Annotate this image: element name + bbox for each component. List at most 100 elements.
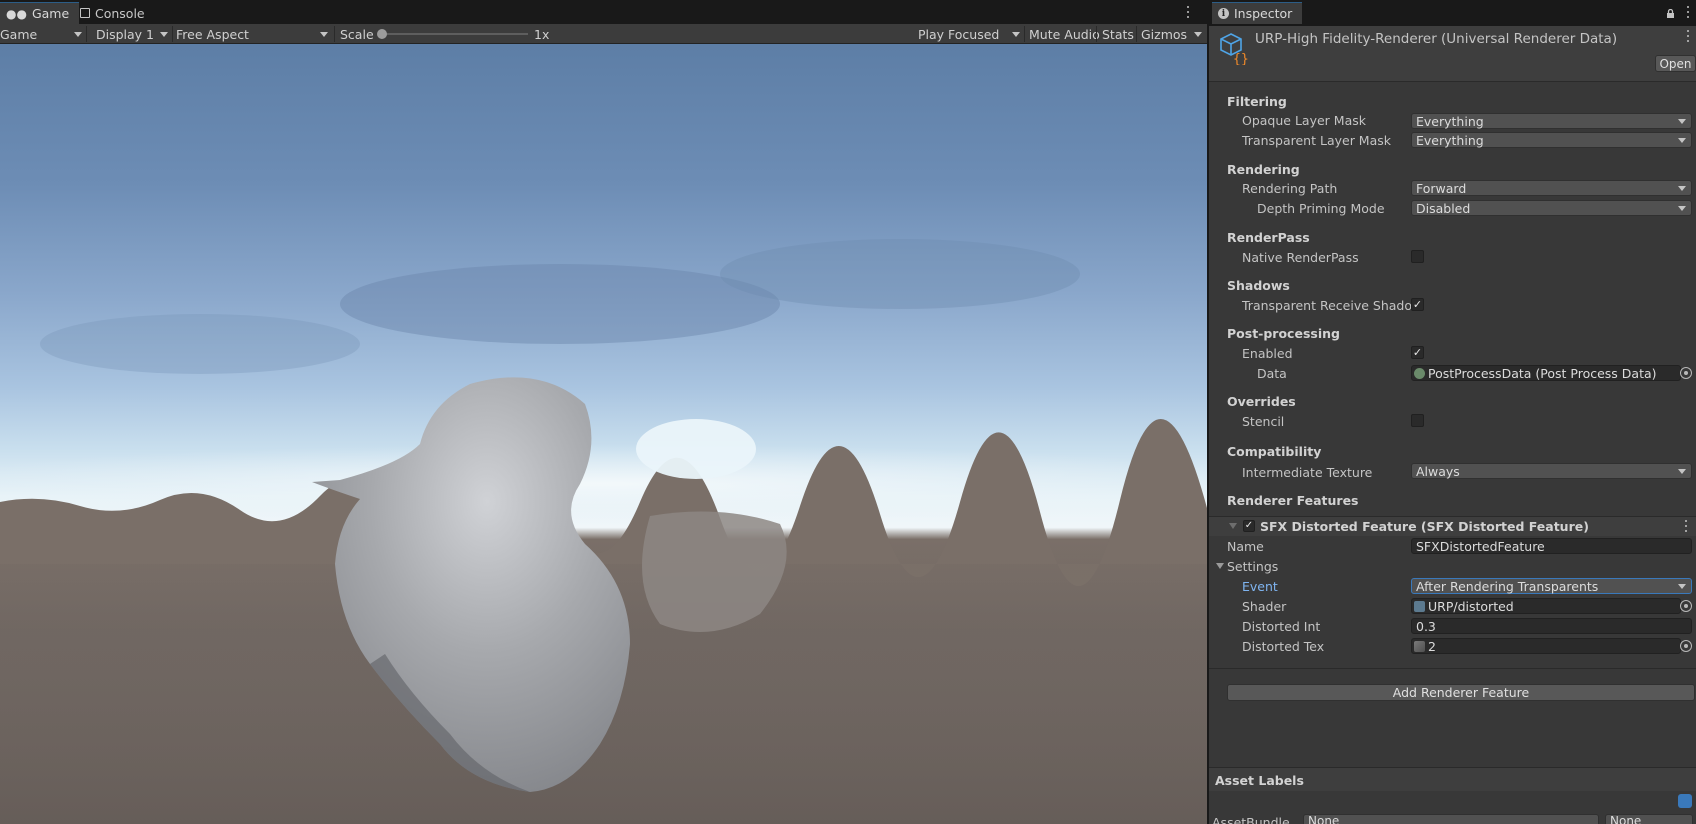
feature-menu-icon[interactable]	[1681, 518, 1691, 534]
gizmos-button[interactable]: Gizmos	[1141, 24, 1187, 44]
assetbundle-variant-dropdown[interactable]: None	[1605, 814, 1693, 824]
scale-slider-handle[interactable]	[377, 29, 387, 39]
asset-title: URP-High Fidelity-Renderer (Universal Re…	[1255, 31, 1618, 47]
game-tab-bar: ●● Game Console	[0, 0, 1207, 24]
post-processing-enabled-label: Enabled	[1242, 346, 1293, 361]
assetbundle-label: AssetBundle	[1212, 815, 1290, 824]
game-mode-dropdown[interactable]: Game	[0, 24, 84, 44]
renderer-data-icon: {}	[1220, 33, 1249, 65]
transparent-layer-mask-label: Transparent Layer Mask	[1242, 133, 1391, 148]
object-picker-icon[interactable]	[1680, 600, 1692, 612]
display-dropdown[interactable]: Display 1	[96, 24, 170, 44]
intermediate-texture-value: Always	[1416, 463, 1460, 479]
chevron-down-icon	[74, 32, 82, 37]
chevron-down-icon	[1678, 186, 1686, 191]
lock-icon[interactable]	[1666, 9, 1675, 18]
distorted-int-value: 0.3	[1416, 618, 1436, 634]
label-tag-icon[interactable]	[1678, 794, 1692, 808]
aspect-value: Free Aspect	[176, 26, 249, 42]
toolbar-divider	[334, 26, 335, 42]
console-icon	[80, 8, 90, 18]
game-panel-menu-icon[interactable]	[1183, 4, 1193, 20]
shader-field[interactable]: URP/distorted	[1411, 598, 1681, 614]
play-focused-value: Play Focused	[918, 26, 1000, 42]
display-value: Display 1	[96, 26, 155, 42]
distorted-int-input[interactable]: 0.3	[1411, 618, 1692, 634]
object-picker-icon[interactable]	[1680, 640, 1692, 652]
scale-slider-track[interactable]	[380, 33, 528, 35]
post-process-data-field[interactable]: PostProcessData (Post Process Data)	[1411, 365, 1681, 381]
event-dropdown[interactable]: After Rendering Transparents	[1411, 578, 1692, 594]
native-renderpass-checkbox[interactable]	[1411, 250, 1424, 263]
transparent-layer-mask-value: Everything	[1416, 132, 1484, 148]
tab-console[interactable]: Console	[74, 2, 155, 24]
svg-text:{}: {}	[1233, 52, 1249, 65]
settings-label: Settings	[1227, 559, 1279, 574]
depth-priming-mode-dropdown[interactable]: Disabled	[1411, 200, 1692, 216]
game-viewport[interactable]	[0, 44, 1207, 824]
shader-icon	[1414, 600, 1425, 612]
assetbundle-value: None	[1308, 814, 1340, 824]
opaque-layer-mask-value: Everything	[1416, 113, 1484, 129]
feature-foldout-icon[interactable]	[1229, 523, 1237, 529]
asset-header: {} URP-High Fidelity-Renderer (Universal…	[1209, 26, 1696, 82]
stencil-checkbox[interactable]	[1411, 414, 1424, 427]
chevron-down-icon	[1678, 138, 1686, 143]
section-compatibility: Compatibility	[1227, 444, 1322, 459]
assetbundle-dropdown[interactable]: None	[1303, 814, 1599, 824]
play-focused-dropdown[interactable]: Play Focused	[918, 24, 1022, 44]
tab-inspector-label: Inspector	[1234, 6, 1293, 21]
distorted-tex-label: Distorted Tex	[1242, 639, 1325, 654]
opaque-layer-mask-label: Opaque Layer Mask	[1242, 113, 1366, 128]
transparent-layer-mask-dropdown[interactable]: Everything	[1411, 132, 1692, 148]
toolbar-divider	[1136, 26, 1137, 42]
feature-title: SFX Distorted Feature (SFX Distorted Fea…	[1260, 519, 1589, 534]
game-mode-value: Game	[0, 26, 38, 42]
intermediate-texture-label: Intermediate Texture	[1242, 465, 1373, 480]
feature-divider	[1209, 668, 1696, 669]
tab-game[interactable]: ●● Game	[0, 2, 80, 24]
chevron-down-icon	[1678, 584, 1686, 589]
sky-cloud-dark	[340, 264, 780, 344]
game-scene-render	[0, 239, 1207, 824]
asset-labels-bar: Asset Labels	[1209, 767, 1696, 791]
distorted-tex-value: 2	[1428, 638, 1436, 654]
distorted-int-label: Distorted Int	[1242, 619, 1321, 634]
intermediate-texture-dropdown[interactable]: Always	[1411, 463, 1692, 479]
mute-audio-button[interactable]: Mute Audio	[1029, 24, 1100, 44]
rendering-path-value: Forward	[1416, 180, 1467, 196]
aspect-dropdown[interactable]: Free Aspect	[176, 24, 332, 44]
sky-cloud-dark	[40, 314, 360, 374]
stats-button[interactable]: Stats	[1102, 24, 1134, 44]
opaque-layer-mask-dropdown[interactable]: Everything	[1411, 113, 1692, 129]
post-processing-enabled-checkbox[interactable]: ✓	[1411, 346, 1424, 359]
add-renderer-feature-button[interactable]: Add Renderer Feature	[1227, 684, 1695, 701]
post-process-data-label: Data	[1257, 366, 1287, 381]
asset-menu-icon[interactable]	[1683, 28, 1693, 44]
feature-enabled-checkbox[interactable]: ✓	[1243, 520, 1255, 532]
native-renderpass-label: Native RenderPass	[1242, 250, 1359, 265]
tab-console-label: Console	[95, 5, 145, 21]
transparent-receive-shadow-checkbox[interactable]: ✓	[1411, 298, 1424, 311]
event-value: After Rendering Transparents	[1416, 578, 1599, 594]
shader-label: Shader	[1242, 599, 1287, 614]
distorted-tex-field[interactable]: 2	[1411, 638, 1681, 654]
tab-inspector[interactable]: i Inspector	[1212, 2, 1303, 24]
object-picker-icon[interactable]	[1680, 367, 1692, 379]
info-icon: i	[1218, 8, 1229, 19]
open-button[interactable]: Open	[1655, 55, 1696, 72]
transparent-receive-shadow-label: Transparent Receive Shadow	[1242, 298, 1423, 313]
gizmos-chevron-down-icon[interactable]	[1194, 32, 1202, 37]
game-panel: ●● Game Console Game Display 1 Free Aspe…	[0, 0, 1207, 824]
inspector-menu-icon[interactable]	[1683, 4, 1693, 20]
asset-labels-title: Asset Labels	[1215, 773, 1304, 788]
rendering-path-dropdown[interactable]: Forward	[1411, 180, 1692, 196]
settings-foldout-icon[interactable]	[1216, 563, 1224, 569]
scale-value: 1x	[534, 26, 550, 42]
feature-name-input[interactable]: SFXDistortedFeature	[1411, 538, 1692, 554]
chevron-down-icon	[320, 32, 328, 37]
depth-priming-mode-value: Disabled	[1416, 200, 1471, 216]
inspector-tab-bar: i Inspector	[1209, 0, 1696, 26]
section-renderpass: RenderPass	[1227, 230, 1310, 245]
toolbar-divider	[1024, 26, 1025, 42]
